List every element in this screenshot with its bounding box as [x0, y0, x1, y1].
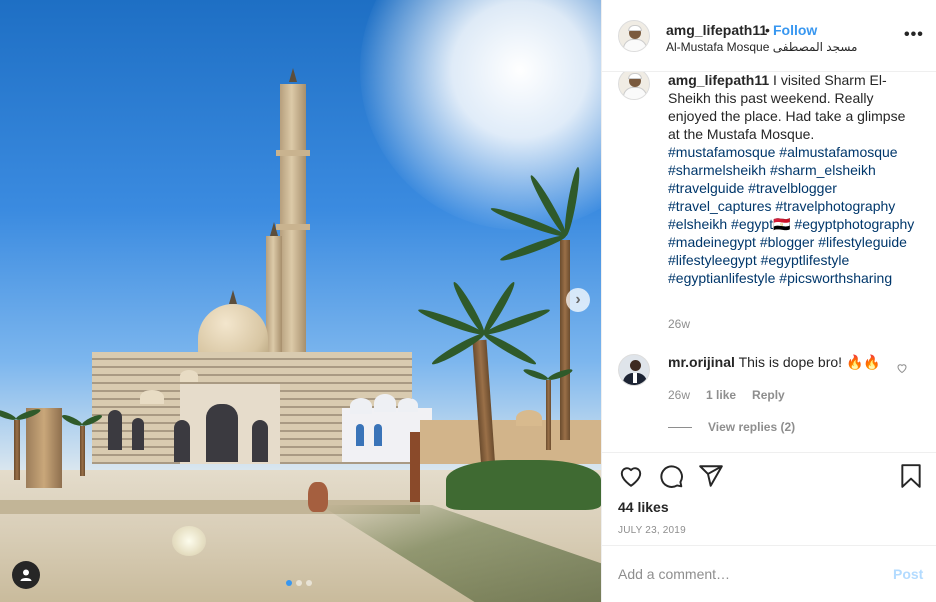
hashtag-link[interactable]: #mustafamosque: [668, 144, 775, 160]
post-username[interactable]: amg_lifepath11: [666, 22, 767, 38]
hashtag-link[interactable]: #sharmelsheikh: [668, 162, 766, 178]
caption-username[interactable]: amg_lifepath11: [668, 72, 769, 88]
hashtag-link[interactable]: #lifestyleguide: [818, 234, 907, 250]
wooden-post: [410, 432, 420, 502]
comment-input[interactable]: [618, 564, 878, 584]
comment-time[interactable]: 26w: [668, 388, 690, 402]
view-replies-button[interactable]: View replies (2): [668, 420, 795, 434]
hashtag-link[interactable]: #picsworthsharing: [779, 270, 892, 286]
hashtag-link[interactable]: #egyptlifestyle: [761, 252, 850, 268]
more-options-icon[interactable]: •••: [904, 26, 924, 44]
post-caption: amg_lifepath11 I visited Sharm El-Sheikh…: [668, 72, 918, 287]
comments-list[interactable]: amg_lifepath11 I visited Sharm El-Sheikh…: [602, 72, 936, 452]
shrubs: [446, 460, 601, 510]
user-tag-icon[interactable]: [12, 561, 40, 589]
heart-icon[interactable]: [618, 463, 644, 489]
post-header: amg_lifepath11 • Follow Al-Mustafa Mosqu…: [602, 0, 936, 72]
hashtag-link[interactable]: #madeinegypt: [668, 234, 756, 250]
commenter-avatar[interactable]: [618, 354, 650, 386]
view-replies-label: View replies (2): [708, 420, 796, 434]
hashtag-link[interactable]: #elsheikh: [668, 216, 727, 232]
share-icon[interactable]: [698, 463, 724, 489]
location-link[interactable]: Al-Mustafa Mosque مسجد المصطفى: [666, 40, 857, 54]
hashtag-link[interactable]: #lifestyleegypt: [668, 252, 757, 268]
likes-count[interactable]: 44 likes: [618, 499, 669, 515]
caption-time[interactable]: 26w: [668, 317, 690, 331]
sun-glare: [360, 0, 601, 230]
follow-button[interactable]: Follow: [773, 22, 817, 38]
hashtag-link[interactable]: #almustafamosque: [779, 144, 897, 160]
add-comment-bar: Post: [602, 545, 936, 602]
post-button[interactable]: Post: [893, 566, 923, 582]
avatar[interactable]: [618, 20, 650, 52]
comment-icon[interactable]: [658, 463, 684, 489]
stone-pillar: [26, 408, 62, 488]
carousel-indicator: [286, 580, 312, 586]
hashtag-link[interactable]: #travelguide: [668, 180, 744, 196]
carousel-dot: [286, 580, 292, 586]
reply-button[interactable]: Reply: [752, 388, 785, 402]
hashtag-link[interactable]: #egyptphotography: [794, 216, 914, 232]
hashtag-link[interactable]: #travel_captures: [668, 198, 772, 214]
clay-pot: [308, 482, 328, 512]
separator-dot: •: [765, 22, 770, 38]
bookmark-icon[interactable]: [898, 463, 924, 489]
action-bar: 44 likes JULY 23, 2019: [602, 452, 936, 545]
hashtag-link[interactable]: #blogger: [760, 234, 815, 250]
hashtag-link[interactable]: #travelphotography: [775, 198, 895, 214]
hashtag-link[interactable]: #travelblogger: [748, 180, 837, 196]
replies-divider: [668, 426, 692, 428]
comment-text: This is dope bro! 🔥🔥: [738, 354, 881, 370]
comment-likes[interactable]: 1 like: [706, 388, 736, 402]
hashtag-list: #mustafamosque #almustafamosque #sharmel…: [668, 144, 914, 286]
side-building: [420, 420, 601, 464]
comment-username[interactable]: mr.orijinal: [668, 354, 735, 370]
minaret-short: [266, 236, 282, 366]
comment-like-heart-icon[interactable]: [896, 362, 908, 374]
carousel-dot: [306, 580, 312, 586]
caption-avatar[interactable]: [618, 72, 650, 100]
hashtag-link[interactable]: #egyptianlifestyle: [668, 270, 775, 286]
carousel-dot: [296, 580, 302, 586]
comment: mr.orijinal This is dope bro! 🔥🔥: [668, 354, 881, 371]
hashtag-link[interactable]: #sharm_elsheikh: [770, 162, 876, 178]
hashtag-link[interactable]: #egypt🇪🇬: [731, 216, 790, 232]
next-arrow-icon[interactable]: ›: [566, 288, 590, 312]
comment-meta: 26w 1 like Reply: [668, 388, 785, 402]
post-details-panel: amg_lifepath11 • Follow Al-Mustafa Mosqu…: [601, 0, 936, 602]
post-photo[interactable]: ›: [0, 0, 601, 602]
post-date[interactable]: JULY 23, 2019: [618, 525, 686, 536]
